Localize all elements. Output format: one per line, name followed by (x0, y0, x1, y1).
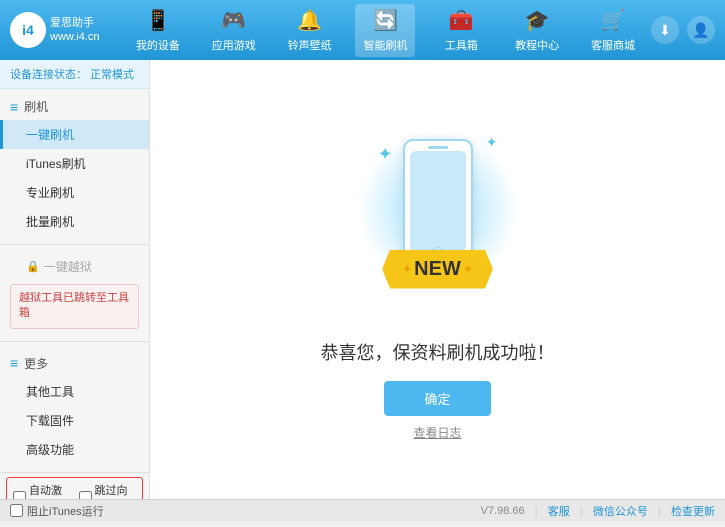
ribbon-shape: ✦ NEW ✦ (382, 250, 493, 289)
auto-activate-item: 自动激活 (13, 482, 71, 499)
flash-section: ≡ 刷机 一键刷机 iTunes刷机 专业刷机 批量刷机 (0, 89, 149, 240)
auto-activate-checkbox[interactable] (13, 491, 26, 499)
auto-activate-row: 自动激活 跳过向导 (6, 477, 143, 499)
more-section: ≡ 更多 其他工具 下载固件 高级功能 (0, 346, 149, 468)
phone-screen (410, 151, 466, 252)
more-group-label: 更多 (24, 355, 48, 372)
nav-flash-label: 智能刷机 (363, 37, 407, 53)
ribbon-star-left: ✦ (402, 262, 412, 276)
flash-group-icon: ≡ (10, 99, 18, 115)
sidebar-item-download-firmware[interactable]: 下载固件 (0, 406, 149, 435)
nav-device-icon: 📱 (145, 8, 170, 33)
sep1: | (535, 504, 538, 518)
nav-apps-icon: 🎮 (221, 8, 246, 33)
manual-activate-label: 跳过向导 (95, 482, 137, 499)
more-group-header: ≡ 更多 (0, 350, 149, 377)
top-bar: i4 爱思助手 www.i4.cn 📱 我的设备 🎮 应用游戏 🔔 铃声壁纸 🔄… (0, 0, 725, 60)
nav-flash-icon: 🔄 (373, 8, 398, 33)
confirm-button[interactable]: 确定 (384, 381, 490, 416)
app-name: 爱思助手 (50, 16, 100, 30)
top-right-buttons: ⬇ 👤 (651, 16, 715, 44)
itunes-bar: 阻止iTunes运行 V7.98.66 | 客服 | 微信公众号 | 检查更新 (0, 499, 725, 521)
manual-activate-checkbox[interactable] (79, 491, 92, 499)
nav-tools-icon: 🧰 (449, 8, 474, 33)
jailbreak-warning: 越狱工具已跳转至工具箱 (10, 284, 139, 329)
wechat-link[interactable]: 微信公众号 (593, 503, 648, 519)
jailbreak-section: 🔒 一键越狱 越狱工具已跳转至工具箱 (0, 249, 149, 337)
star-top-right-icon: ✦ (486, 134, 498, 151)
nav-shop-icon: 🛒 (601, 8, 626, 33)
sidebar-item-pro-flash[interactable]: 专业刷机 (0, 178, 149, 207)
status-value: 正常模式 (90, 69, 134, 81)
nav-tools[interactable]: 🧰 工具箱 (431, 4, 491, 57)
nav-smart-flash[interactable]: 🔄 智能刷机 (355, 4, 415, 57)
nav-ringtone-label: 铃声壁纸 (288, 37, 332, 53)
sidebar-item-itunes-flash[interactable]: iTunes刷机 (0, 149, 149, 178)
phone-illustration: ✦ ✦ ✦ NEW ✦ (348, 119, 528, 319)
nav-shop[interactable]: 🛒 客服商城 (583, 4, 643, 57)
nav-tutorial[interactable]: 🎓 教程中心 (507, 4, 567, 57)
jailbreak-label: 一键越狱 (44, 258, 92, 275)
phone-speaker (428, 146, 448, 149)
nav-ringtone-icon: 🔔 (297, 8, 322, 33)
version-text: V7.98.66 (481, 505, 525, 517)
nav-shop-label: 客服商城 (591, 37, 635, 53)
nav-my-device[interactable]: 📱 我的设备 (128, 4, 188, 57)
app-website: www.i4.cn (50, 30, 100, 44)
flash-group-header: ≡ 刷机 (0, 93, 149, 120)
download-button[interactable]: ⬇ (651, 16, 679, 44)
sidebar-status: 设备连接状态： 正常模式 (0, 60, 149, 89)
nav-tutorial-icon: 🎓 (525, 8, 550, 33)
logo-icon: i4 (10, 12, 46, 48)
customer-service-link[interactable]: 客服 (548, 503, 570, 519)
ribbon-star-right: ✦ (463, 262, 473, 276)
nav-device-label: 我的设备 (136, 37, 180, 53)
sidebar-item-other-tools[interactable]: 其他工具 (0, 377, 149, 406)
auto-activate-label: 自动激活 (29, 482, 71, 499)
bottom-section: 阻止iTunes运行 V7.98.66 | 客服 | 微信公众号 | 检查更新 (0, 499, 725, 521)
view-log-link[interactable]: 查看日志 (413, 424, 461, 441)
sep2: | (580, 504, 583, 518)
user-button[interactable]: 👤 (687, 16, 715, 44)
logo-text: 爱思助手 www.i4.cn (50, 16, 100, 45)
logo-area: i4 爱思助手 www.i4.cn (10, 12, 120, 48)
itunes-check-item: 阻止iTunes运行 (10, 503, 104, 519)
nav-tutorial-label: 教程中心 (515, 37, 559, 53)
nav-bar: 📱 我的设备 🎮 应用游戏 🔔 铃声壁纸 🔄 智能刷机 🧰 工具箱 🎓 教程中心… (120, 4, 651, 57)
sidebar: 设备连接状态： 正常模式 ≡ 刷机 一键刷机 iTunes刷机 专业刷机 批量刷… (0, 60, 150, 499)
new-ribbon: ✦ NEW ✦ (382, 250, 493, 289)
lock-icon: 🔒 (26, 260, 40, 273)
sidebar-item-one-key-flash[interactable]: 一键刷机 (0, 120, 149, 149)
sidebar-item-batch-flash[interactable]: 批量刷机 (0, 207, 149, 236)
sidebar-divider-1 (0, 244, 149, 245)
nav-tools-label: 工具箱 (445, 37, 478, 53)
sidebar-divider-3 (0, 472, 149, 473)
sidebar-item-advanced[interactable]: 高级功能 (0, 435, 149, 464)
ribbon-new-text: NEW (414, 258, 461, 281)
more-group-icon: ≡ (10, 355, 18, 371)
status-label: 设备连接状态： (10, 69, 87, 81)
check-update-link[interactable]: 检查更新 (671, 503, 715, 519)
sidebar-item-jailbreak: 🔒 一键越狱 (0, 253, 149, 280)
nav-apps-games[interactable]: 🎮 应用游戏 (204, 4, 264, 57)
itunes-checkbox[interactable] (10, 504, 23, 517)
manual-activate-item: 跳过向导 (79, 482, 137, 499)
sidebar-divider-2 (0, 341, 149, 342)
flash-group-label: 刷机 (24, 98, 48, 115)
content-area: ✦ ✦ ✦ NEW ✦ 恭喜您，保资料刷机成功啦！ 确定 查看日志 (150, 60, 725, 499)
sep3: | (658, 504, 661, 518)
itunes-label: 阻止iTunes运行 (27, 503, 104, 519)
nav-apps-label: 应用游戏 (212, 37, 256, 53)
nav-ringtone[interactable]: 🔔 铃声壁纸 (280, 4, 340, 57)
star-top-left-icon: ✦ (378, 144, 393, 165)
success-message: 恭喜您，保资料刷机成功啦！ (321, 339, 555, 365)
main-layout: 设备连接状态： 正常模式 ≡ 刷机 一键刷机 iTunes刷机 专业刷机 批量刷… (0, 60, 725, 499)
